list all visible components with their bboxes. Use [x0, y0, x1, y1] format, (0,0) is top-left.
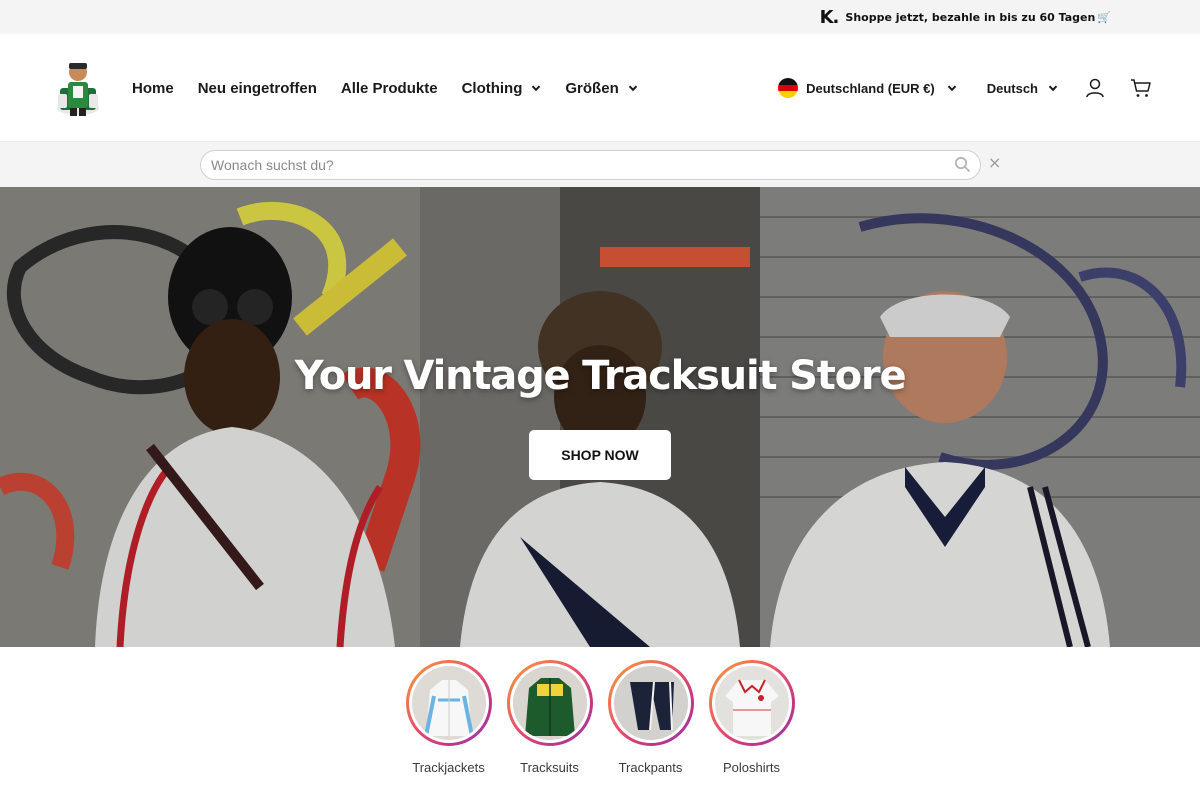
store-logo[interactable]	[56, 58, 100, 118]
mascot-logo-icon	[57, 63, 99, 116]
cart-icon[interactable]	[1130, 77, 1152, 99]
chevron-down-icon	[532, 85, 541, 92]
announcement-text[interactable]: Shoppe jetzt, bezahle in bis zu 60 Tagen	[845, 11, 1095, 24]
header-actions: Deutschland (EUR €) Deutsch	[778, 34, 1152, 142]
account-icon[interactable]	[1084, 77, 1106, 99]
nav-item-all-products[interactable]: Alle Produkte	[341, 80, 438, 97]
tracksuit-thumbnail-icon	[512, 666, 587, 740]
nav-label: Alle Produkte	[340, 79, 438, 97]
chevron-down-icon	[947, 85, 956, 92]
announcement-bar: K. Shoppe jetzt, bezahle in bis zu 60 Ta…	[0, 0, 1200, 34]
category-label: Tracksuits	[520, 760, 579, 775]
nav-label: Clothing	[461, 79, 523, 97]
category-stories: Trackjackets Tracksuits Trackpants Polos…	[0, 660, 1200, 775]
nav-item-home[interactable]: Home	[132, 80, 174, 97]
country-selector[interactable]: Deutschland (EUR €)	[778, 78, 957, 98]
main-nav: Home Neu eingetroffen Alle Produkte Clot…	[132, 34, 638, 142]
category-trackpants[interactable]: Trackpants	[607, 660, 694, 775]
story-ring	[405, 660, 492, 746]
search-bar	[0, 142, 1200, 187]
shop-now-button[interactable]: SHOP NOW	[529, 430, 671, 480]
language-selector[interactable]: Deutsch	[987, 81, 1058, 96]
nav-item-new-arrivals[interactable]: Neu eingetroffen	[198, 80, 317, 97]
story-ring	[708, 660, 795, 746]
nav-item-sizes[interactable]: Größen	[565, 80, 637, 97]
hero-title: Your Vintage Tracksuit Store	[294, 353, 907, 399]
search-input[interactable]	[200, 150, 981, 180]
country-label: Deutschland (EUR €)	[806, 80, 935, 96]
klarna-logo: K.	[819, 6, 840, 28]
close-search-icon[interactable]: ×	[988, 153, 1001, 172]
category-label: Trackjackets	[412, 760, 485, 775]
category-tracksuits[interactable]: Tracksuits	[506, 660, 593, 775]
language-label: Deutsch	[986, 80, 1038, 96]
category-label: Trackpants	[618, 760, 683, 775]
category-trackjackets[interactable]: Trackjackets	[405, 660, 492, 775]
nav-item-clothing[interactable]: Clothing	[462, 80, 542, 97]
cart-emoji-icon: 🛒	[1097, 11, 1111, 24]
trackpants-thumbnail-icon	[613, 666, 688, 740]
nav-label: Neu eingetroffen	[197, 79, 317, 97]
story-ring	[607, 660, 694, 746]
category-label: Poloshirts	[722, 760, 781, 775]
nav-label: Größen	[565, 79, 619, 97]
story-ring	[506, 660, 593, 746]
hero-photo	[0, 187, 1200, 647]
hero-banner: Your Vintage Tracksuit Store SHOP NOW	[0, 187, 1200, 647]
category-poloshirts[interactable]: Poloshirts	[708, 660, 795, 775]
search-icon[interactable]	[954, 156, 971, 173]
chevron-down-icon	[1048, 85, 1058, 92]
site-header: Home Neu eingetroffen Alle Produkte Clot…	[0, 34, 1200, 142]
nav-label: Home	[132, 79, 174, 97]
germany-flag-icon	[778, 78, 799, 98]
trackjacket-thumbnail-icon	[411, 666, 486, 740]
poloshirt-thumbnail-icon	[714, 666, 789, 740]
chevron-down-icon	[628, 85, 637, 92]
